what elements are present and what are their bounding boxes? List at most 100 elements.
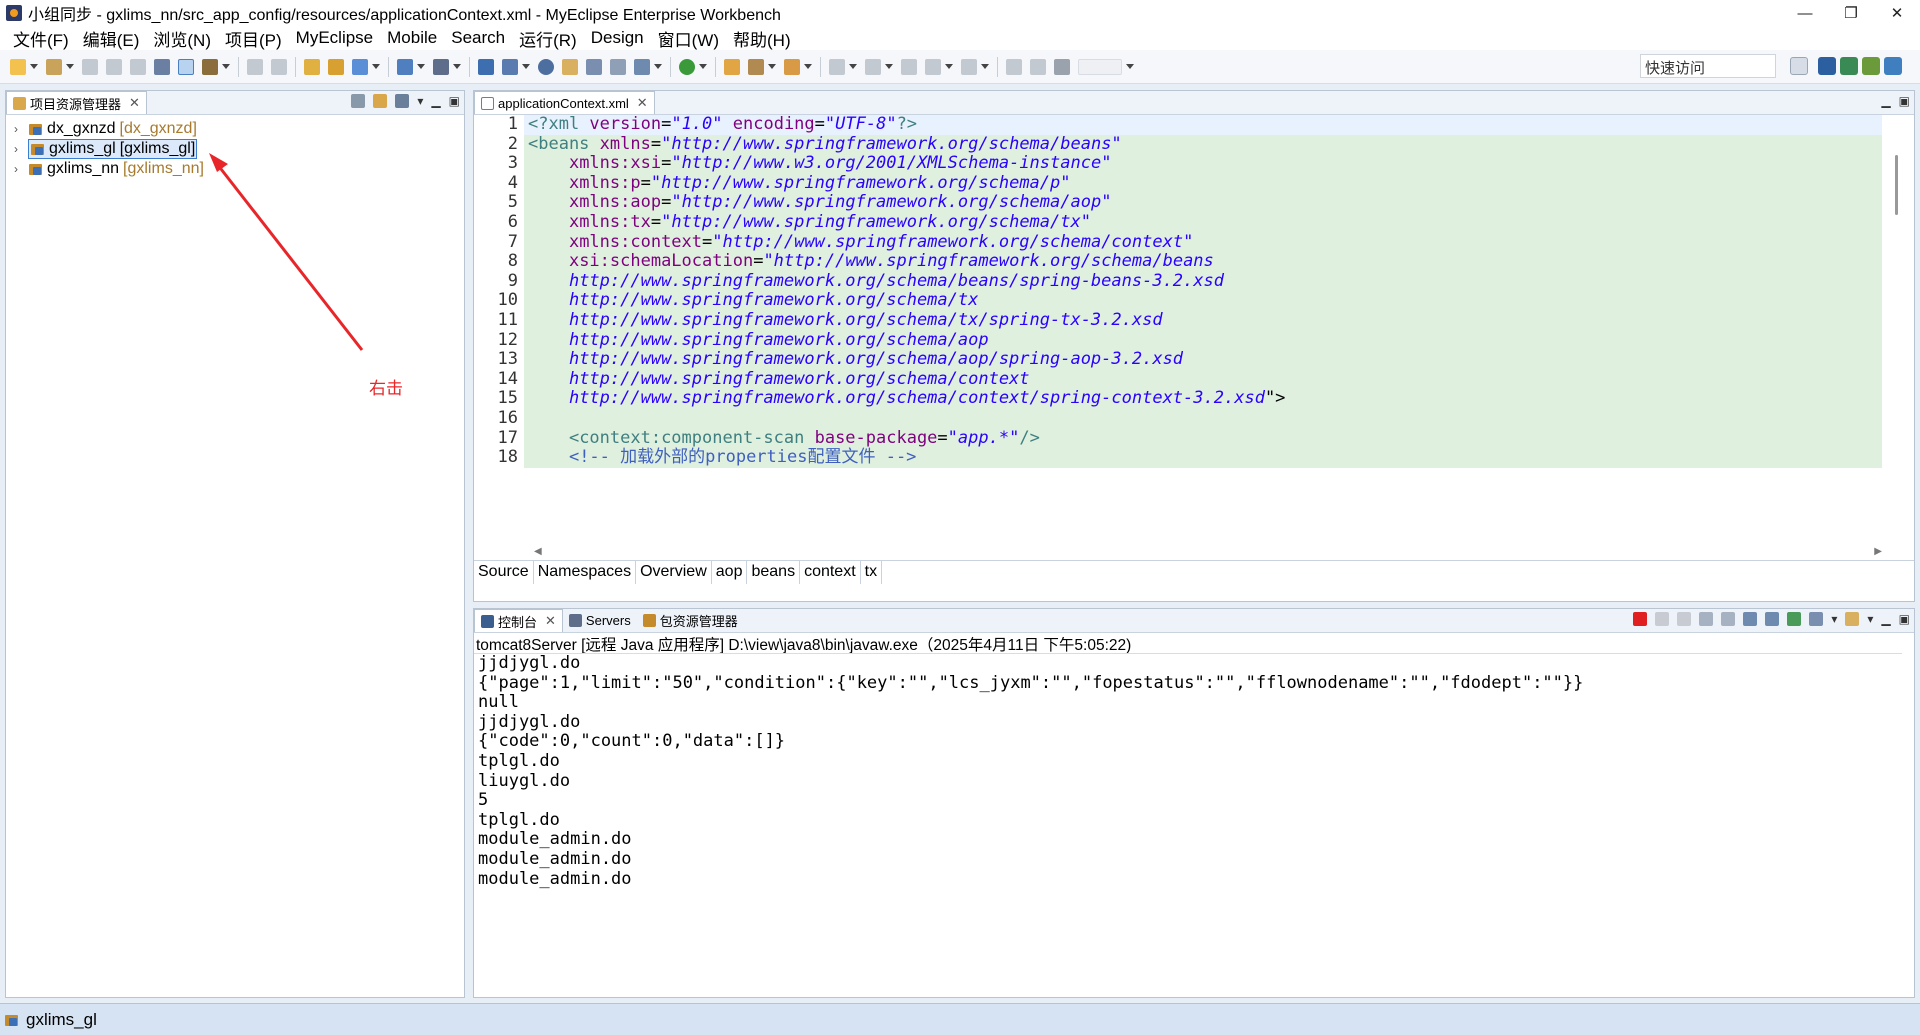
scroll-lock-icon[interactable]: [1721, 612, 1736, 626]
save-icon[interactable]: [82, 58, 98, 75]
line-content[interactable]: <?xml version="1.0" encoding="UTF-8"?>: [524, 115, 1882, 135]
view-menu-dropdown-icon[interactable]: ▾: [417, 94, 423, 108]
console-output[interactable]: jjdjygl.do {"page":1,"limit":"50","condit…: [474, 653, 1902, 997]
new-dropdown-icon[interactable]: [30, 64, 38, 69]
expand-arrow-icon[interactable]: ›: [14, 142, 28, 156]
code-line[interactable]: 10 http://www.springframework.org/schema…: [474, 291, 1882, 311]
tab-namespaces[interactable]: Namespaces: [534, 561, 637, 584]
minimize-button[interactable]: —: [1782, 0, 1828, 26]
line-content[interactable]: xmlns:tx="http://www.springframework.org…: [524, 212, 1882, 233]
last-edit-icon[interactable]: [901, 58, 917, 75]
new-project-dropdown-icon[interactable]: [66, 64, 74, 69]
menu-run[interactable]: 运行(R): [512, 26, 584, 51]
manage-deploy-dropdown-icon[interactable]: [522, 64, 530, 69]
code-line[interactable]: 13 http://www.springframework.org/schema…: [474, 349, 1882, 370]
menu-search[interactable]: Search: [444, 28, 512, 48]
db-icon[interactable]: [586, 58, 602, 75]
close-icon[interactable]: ✕: [637, 95, 648, 111]
minimize-view-icon[interactable]: ▁: [431, 94, 440, 108]
globe-icon[interactable]: [538, 58, 554, 75]
tab-package-explorer[interactable]: 包资源管理器: [637, 609, 744, 632]
tab-overview[interactable]: Overview: [636, 561, 712, 584]
link-with-editor-icon[interactable]: [373, 94, 388, 108]
line-content[interactable]: xmlns:p="http://www.springframework.org/…: [524, 173, 1882, 194]
close-icon[interactable]: ✕: [129, 95, 140, 111]
line-content[interactable]: http://www.springframework.org/schema/tx…: [524, 310, 1882, 331]
run-icon[interactable]: [679, 58, 695, 75]
build-icon[interactable]: [202, 58, 218, 75]
new-project-icon[interactable]: [46, 58, 62, 75]
maximize-console-icon[interactable]: ▣: [1899, 612, 1910, 626]
menu-window[interactable]: 窗口(W): [651, 26, 726, 51]
code-line[interactable]: 12 http://www.springframework.org/schema…: [474, 330, 1882, 351]
save-all-icon[interactable]: [106, 58, 122, 75]
link-editor-icon[interactable]: [178, 58, 194, 75]
expand-arrow-icon[interactable]: ›: [14, 162, 28, 176]
code-editor[interactable]: 1 <?xml version="1.0" encoding="UTF-8"?> 2…: [474, 115, 1882, 545]
tab-context[interactable]: context: [800, 561, 861, 584]
menu-mobile[interactable]: Mobile: [380, 28, 444, 48]
code-line[interactable]: 3 xmlns:xsi="http://www.w3.org/2001/XMLS…: [474, 153, 1882, 174]
code-line[interactable]: 4 xmlns:p="http://www.springframework.or…: [474, 173, 1882, 194]
line-content[interactable]: xmlns:xsi="http://www.w3.org/2001/XMLSch…: [524, 153, 1882, 174]
view-menu-icon[interactable]: [395, 94, 410, 108]
line-content[interactable]: <!-- 加载外部的properties配置文件 -->: [524, 447, 1882, 468]
run-dropdown-icon[interactable]: [699, 64, 707, 69]
show-on-output-icon[interactable]: [1765, 612, 1780, 626]
forward-icon[interactable]: [961, 58, 977, 75]
code-line[interactable]: 6 xmlns:tx="http://www.springframework.o…: [474, 212, 1882, 233]
code-line[interactable]: 14 http://www.springframework.org/schema…: [474, 369, 1882, 390]
line-content[interactable]: [524, 408, 1882, 429]
code-line[interactable]: 9 http://www.springframework.org/schema/…: [474, 271, 1882, 292]
images-icon[interactable]: [610, 58, 626, 75]
code-line[interactable]: 16: [474, 408, 1882, 429]
code-line[interactable]: 1 <?xml version="1.0" encoding="UTF-8"?>: [474, 115, 1882, 135]
back-dropdown-icon[interactable]: [945, 64, 953, 69]
build-dropdown-icon[interactable]: [222, 64, 230, 69]
open-folder-icon[interactable]: [724, 58, 740, 75]
line-content[interactable]: http://www.springframework.org/schema/co…: [524, 389, 1882, 409]
menu-navigate[interactable]: 浏览(N): [146, 26, 218, 51]
redo-icon[interactable]: [271, 58, 287, 75]
tab-servers[interactable]: Servers: [563, 609, 637, 632]
maximize-button[interactable]: ❐: [1828, 0, 1874, 26]
code-line[interactable]: 11 http://www.springframework.org/schema…: [474, 310, 1882, 331]
menu-myeclipse[interactable]: MyEclipse: [289, 28, 380, 48]
tree-item-gxlims-gl[interactable]: › gxlims_gl [gxlims_gl]: [14, 139, 204, 159]
print-icon[interactable]: [130, 58, 146, 75]
scroll-right-icon[interactable]: ▶: [1874, 546, 1882, 557]
close-icon[interactable]: ✕: [545, 613, 556, 629]
open-type-icon[interactable]: [304, 58, 320, 75]
line-content[interactable]: xmlns:context="http://www.springframewor…: [524, 232, 1882, 253]
code-line[interactable]: 8 xsi:schemaLocation="http://www.springf…: [474, 251, 1882, 272]
close-window-button[interactable]: ✕: [1874, 0, 1920, 26]
tree-item-dx-gxnzd[interactable]: › dx_gxnzd [dx_gxnzd]: [14, 119, 204, 139]
menu-edit[interactable]: 编辑(E): [76, 26, 147, 51]
line-content[interactable]: <context:component-scan base-package="ap…: [524, 428, 1882, 449]
tab-application-context[interactable]: applicationContext.xml ✕: [474, 91, 655, 114]
code-line[interactable]: 5 xmlns:aop="http://www.springframework.…: [474, 193, 1882, 213]
tab-beans[interactable]: beans: [747, 561, 801, 584]
editor-vertical-scrollbar[interactable]: [1886, 115, 1906, 545]
expand-arrow-icon[interactable]: ›: [14, 122, 28, 136]
scrollbar-thumb[interactable]: [1895, 155, 1898, 215]
menu-design[interactable]: Design: [584, 28, 651, 48]
clear-console-icon[interactable]: [1699, 612, 1714, 626]
open-console-icon[interactable]: [1845, 612, 1860, 626]
folder-icon[interactable]: [562, 58, 578, 75]
forward-dropdown-icon[interactable]: [981, 64, 989, 69]
line-content[interactable]: http://www.springframework.org/schema/tx: [524, 291, 1882, 311]
zoom-dropdown-icon[interactable]: [1126, 64, 1134, 69]
pin-console-icon[interactable]: [1787, 612, 1802, 626]
tree-item-gxlims-nn[interactable]: › gxlims_nn [gxlims_nn]: [14, 159, 204, 179]
web-icon[interactable]: [352, 58, 368, 75]
zoom-combo[interactable]: [1078, 58, 1122, 75]
display-console-icon[interactable]: [1809, 612, 1824, 626]
code-line[interactable]: 2 <beans xmlns="http://www.springframewor…: [474, 134, 1882, 155]
open-perspective-icon[interactable]: [1790, 57, 1808, 75]
pin-editor-icon[interactable]: [1006, 58, 1022, 75]
code-line[interactable]: 15 http://www.springframework.org/schema…: [474, 389, 1882, 409]
server-icon[interactable]: [433, 58, 449, 75]
debug-perspective-icon[interactable]: [1862, 57, 1880, 75]
menu-file[interactable]: 文件(F): [6, 26, 76, 51]
